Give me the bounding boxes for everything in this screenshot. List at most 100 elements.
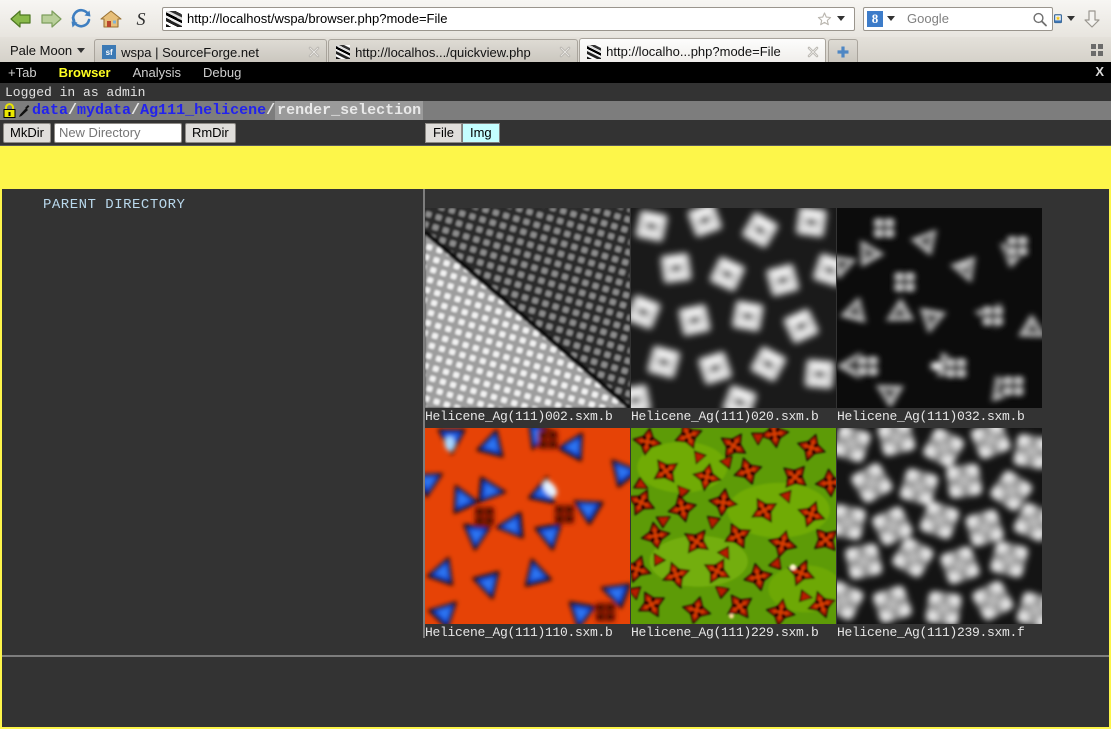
new-directory-input[interactable]: [54, 123, 182, 143]
directory-toolbar: MkDir RmDir File Img: [0, 120, 1111, 146]
rmdir-button[interactable]: RmDir: [185, 123, 236, 143]
thumbnail-row: Helicene_Ag(111)110.sxm.b: [425, 428, 1109, 641]
thumbnail-cell[interactable]: Helicene_Ag(111)110.sxm.b: [425, 428, 630, 641]
thumbnail-caption: Helicene_Ag(111)110.sxm.b: [425, 624, 630, 641]
search-engine-caret-icon[interactable]: [887, 16, 895, 21]
bookmarks-caret-icon[interactable]: [1067, 16, 1075, 21]
path-segment-data[interactable]: data: [32, 102, 68, 119]
page-noise-icon: [336, 45, 350, 59]
thumbnail-row: Helicene_Ag(111)002.sxm.b: [425, 208, 1109, 425]
menu-item-add-tab[interactable]: +Tab: [8, 65, 37, 80]
grid-dot: [1091, 51, 1096, 56]
app-close-button[interactable]: X: [1095, 64, 1104, 79]
palemoon-menu-caret-icon: [77, 48, 85, 53]
new-tab-button[interactable]: [828, 39, 858, 64]
thumbnail-caption: Helicene_Ag(111)020.sxm.b: [631, 408, 836, 425]
grid-dot: [1091, 44, 1096, 49]
search-icon[interactable]: [1031, 11, 1049, 27]
app-menu-bar: +Tab Browser Analysis Debug X: [0, 62, 1111, 83]
stm-thumbnail-image[interactable]: [837, 428, 1042, 624]
back-arrow-icon: [8, 8, 34, 30]
forward-button[interactable]: [36, 4, 66, 34]
grid-dot: [1098, 44, 1103, 49]
breadcrumb-path-bar: data/mydata/Ag111_helicene/render_select…: [0, 101, 1111, 120]
path-link-mydata[interactable]: mydata: [77, 102, 131, 119]
thumbnail-caption: Helicene_Ag(111)032.sxm.b: [837, 408, 1042, 425]
thumbnail-cell[interactable]: Helicene_Ag(111)229.sxm.b: [631, 428, 836, 641]
path-separator: /: [68, 102, 77, 119]
menu-item-debug[interactable]: Debug: [203, 65, 241, 80]
thumbnail-cell[interactable]: Helicene_Ag(111)032.sxm.b: [837, 208, 1042, 425]
view-mode-toggle: File Img: [425, 123, 500, 143]
bookmark-book-icon: [1053, 9, 1063, 29]
thumbnail-caption: Helicene_Ag(111)239.sxm.f: [837, 624, 1042, 641]
reload-button[interactable]: [66, 4, 96, 34]
plus-icon: [835, 44, 851, 60]
menu-item-browser[interactable]: Browser: [59, 65, 111, 80]
search-engine-icon: 8: [867, 11, 883, 27]
mkdir-button[interactable]: MkDir: [3, 123, 51, 143]
wrench-icon[interactable]: [17, 103, 31, 119]
page-noise-icon: [587, 45, 601, 59]
tab-close-icon[interactable]: [557, 44, 573, 60]
thumbnail-caption: Helicene_Ag(111)229.sxm.b: [631, 624, 836, 641]
home-icon: [99, 8, 123, 30]
login-status-bar: Logged in as admin: [0, 83, 1111, 101]
browser-navigation-toolbar: S http://localhost/wspa/browser.php?mode…: [0, 0, 1111, 37]
tab-label: http://localhos.../quickview.php: [355, 45, 557, 60]
tab-sourceforge[interactable]: sf wspa | SourceForge.net: [94, 39, 327, 64]
login-status-text: Logged in as admin: [5, 85, 145, 100]
path-link-data[interactable]: data: [32, 102, 68, 119]
star-icon: [816, 11, 833, 27]
palemoon-menu-label: Pale Moon: [10, 43, 72, 58]
palemoon-menu-button[interactable]: Pale Moon: [4, 37, 93, 64]
s-letter-icon: S: [131, 8, 151, 30]
tab-close-icon[interactable]: [805, 44, 821, 60]
path-link-ag111-helicene[interactable]: Ag111_helicene: [140, 102, 266, 119]
thumbnail-cell[interactable]: Helicene_Ag(111)020.sxm.b: [631, 208, 836, 425]
view-mode-img-button[interactable]: Img: [462, 123, 500, 143]
lock-icon[interactable]: [2, 103, 17, 119]
stm-thumbnail-image[interactable]: [631, 428, 836, 624]
home-button[interactable]: [96, 4, 126, 34]
tab-close-icon[interactable]: [306, 44, 322, 60]
bookmark-star-area[interactable]: [816, 11, 851, 27]
directory-list-pane: PARENT DIRECTORY: [2, 189, 423, 727]
tab-label: http://localho...php?mode=File: [606, 44, 805, 59]
browser-chrome: S http://localhost/wspa/browser.php?mode…: [0, 0, 1111, 65]
tab-strip: Pale Moon sf wspa | SourceForge.net http…: [0, 37, 1111, 64]
url-dropdown-caret-icon[interactable]: [837, 16, 845, 21]
svg-text:S: S: [137, 9, 146, 29]
thumbnail-caption: Helicene_Ag(111)002.sxm.b: [425, 408, 630, 425]
menu-item-analysis[interactable]: Analysis: [133, 65, 181, 80]
tab-label: wspa | SourceForge.net: [121, 45, 306, 60]
url-bar[interactable]: http://localhost/wspa/browser.php?mode=F…: [162, 7, 855, 31]
sourceforge-icon: sf: [102, 45, 116, 59]
wspa-application: +Tab Browser Analysis Debug X Logged in …: [0, 62, 1111, 729]
page-favicon-icon: [166, 11, 182, 27]
grid-dot: [1098, 51, 1103, 56]
stm-thumbnail-image[interactable]: [425, 428, 630, 624]
stm-thumbnail-image[interactable]: [837, 208, 1042, 408]
downloads-button[interactable]: [1079, 4, 1105, 34]
thumbnail-grid: Helicene_Ag(111)002.sxm.b: [425, 208, 1109, 641]
list-all-tabs-button[interactable]: [1091, 44, 1105, 56]
file-browser-content: PARENT DIRECTORY: [2, 189, 1109, 727]
stumble-button[interactable]: S: [126, 4, 156, 34]
stm-thumbnail-image[interactable]: [425, 208, 630, 408]
url-text: http://localhost/wspa/browser.php?mode=F…: [187, 11, 816, 26]
tab-quickview[interactable]: http://localhos.../quickview.php: [328, 39, 578, 64]
forward-arrow-icon: [38, 8, 64, 30]
tab-browser-mode-file[interactable]: http://localho...php?mode=File: [579, 38, 826, 64]
stm-thumbnail-image[interactable]: [631, 208, 836, 408]
bookmarks-button[interactable]: [1053, 4, 1079, 34]
thumbnail-cell[interactable]: Helicene_Ag(111)002.sxm.b: [425, 208, 630, 425]
back-button[interactable]: [6, 4, 36, 34]
search-bar[interactable]: 8 Google: [863, 7, 1053, 31]
search-input[interactable]: Google: [899, 11, 1031, 26]
download-arrow-icon: [1082, 8, 1102, 30]
path-current-render-selection: render_selection: [275, 101, 423, 120]
view-mode-file-button[interactable]: File: [425, 123, 462, 143]
thumbnail-cell[interactable]: Helicene_Ag(111)239.sxm.f: [837, 428, 1042, 641]
parent-directory-link[interactable]: PARENT DIRECTORY: [2, 189, 423, 213]
